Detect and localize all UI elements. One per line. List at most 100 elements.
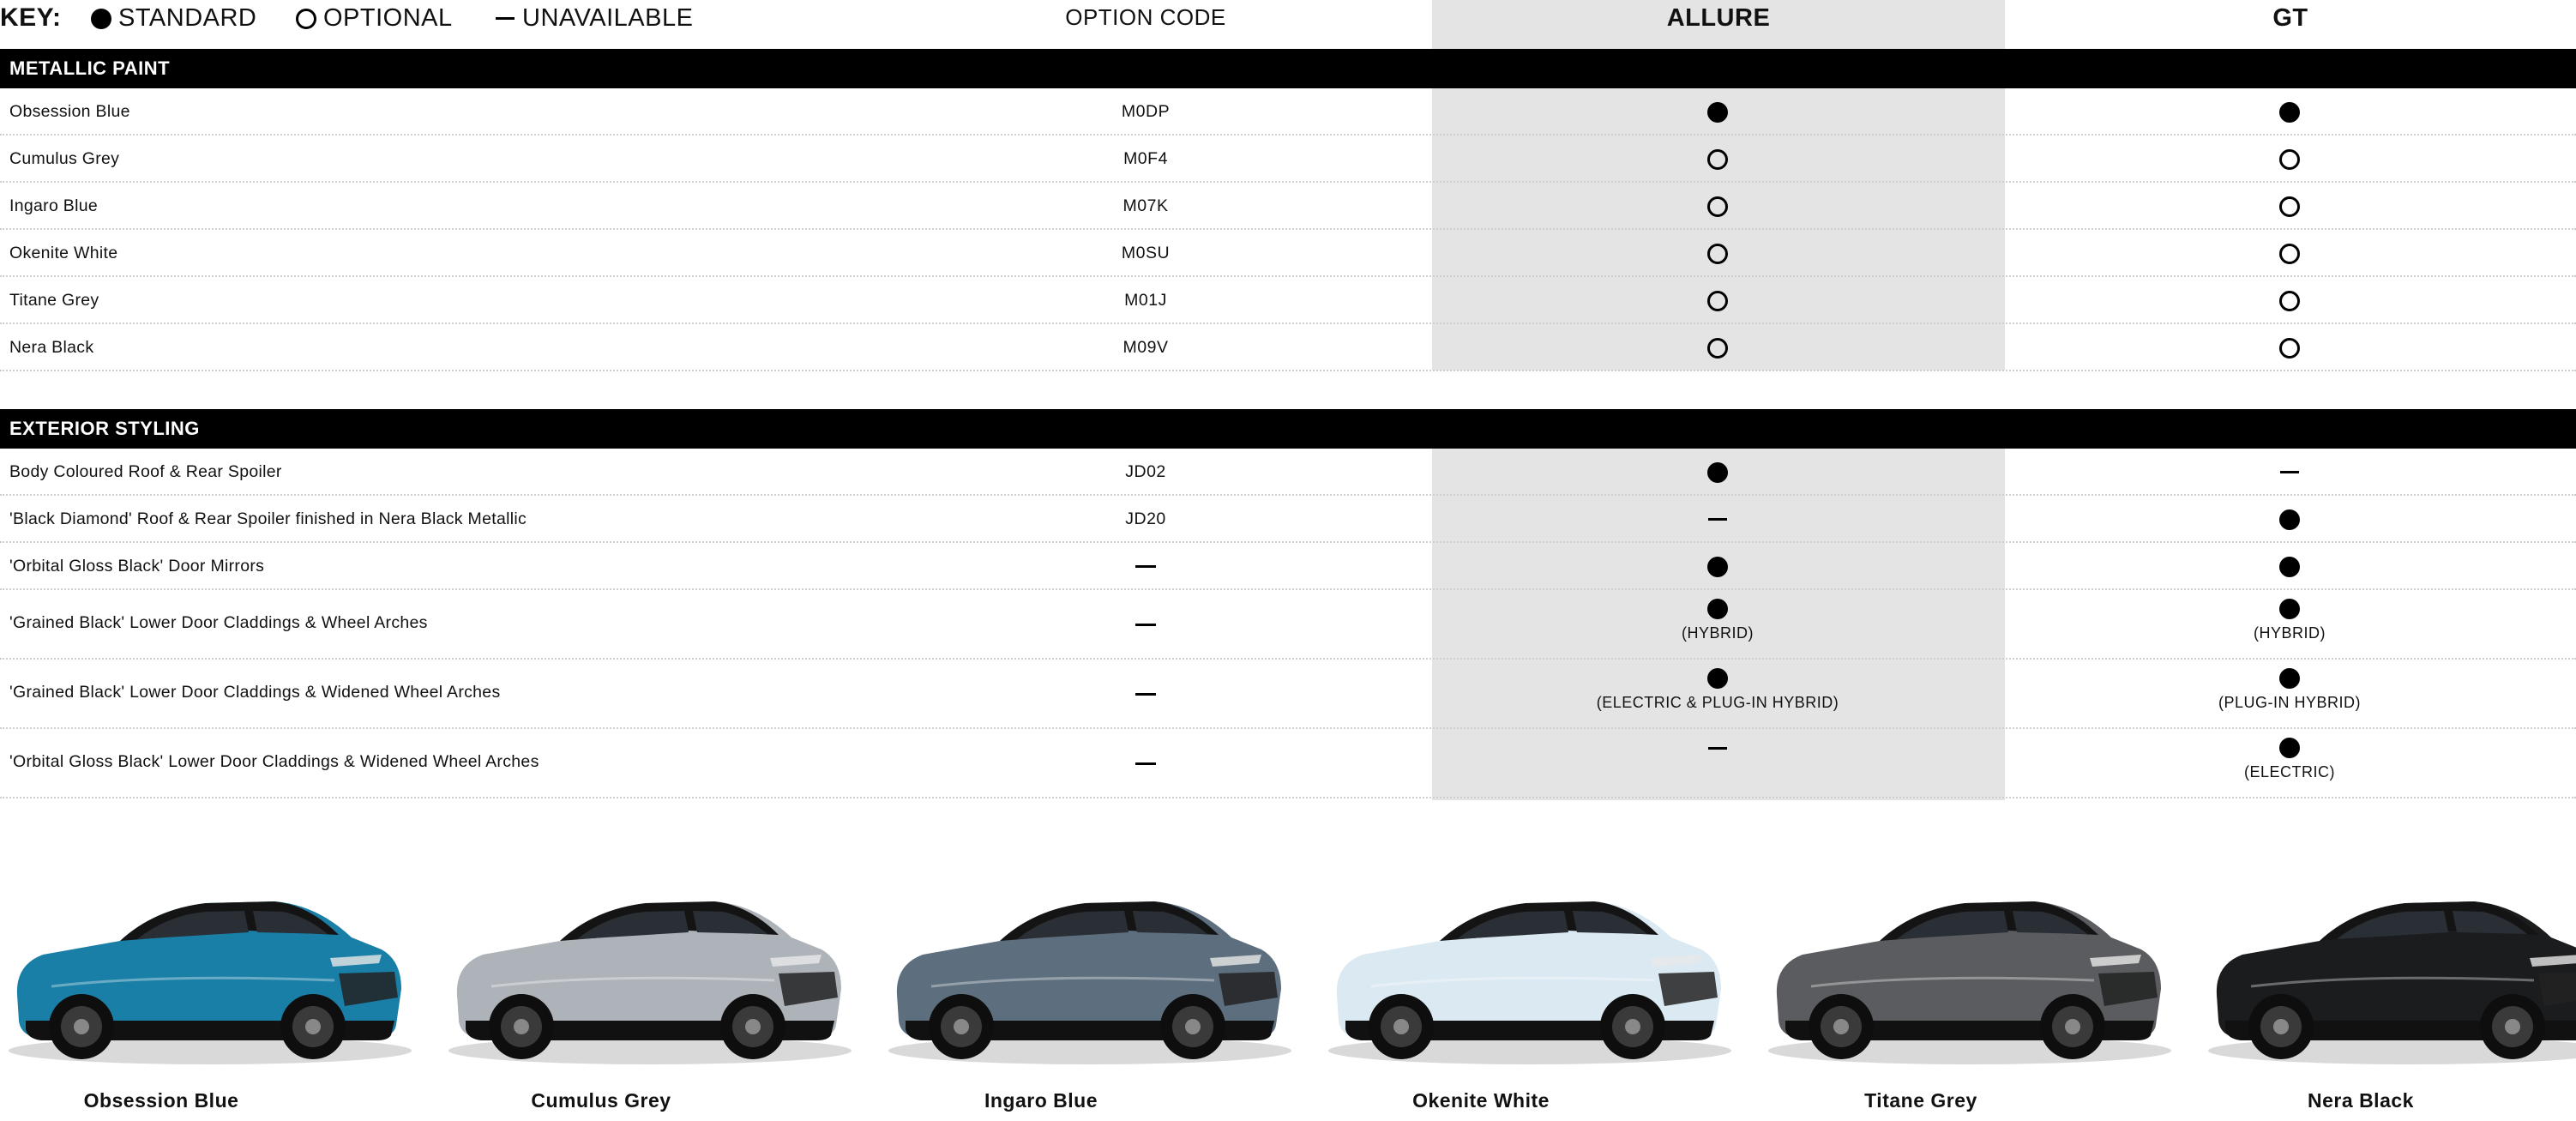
allure-availability	[1675, 555, 1760, 579]
column-header-allure: ALLURE	[1666, 4, 1771, 32]
gt-availability	[2247, 461, 2332, 485]
row-label: Obsession Blue	[9, 101, 130, 121]
row-label: Titane Grey	[9, 290, 99, 310]
unavailable-dash-icon	[2278, 461, 2302, 485]
car-colour-name: Ingaro Blue	[984, 1089, 1098, 1112]
key-unavailable-label: UNAVAILABLE	[522, 4, 694, 32]
unavailable-dash-icon	[1706, 736, 1730, 760]
dash-icon	[493, 7, 517, 31]
gt-availability	[2247, 242, 2332, 266]
section-header-metallic-paint: METALLIC PAINT	[0, 49, 2576, 88]
car-image	[431, 845, 860, 1081]
car-image	[0, 845, 420, 1081]
row-label: Nera Black	[9, 337, 94, 357]
table-row: Titane Grey M01J	[0, 277, 2576, 324]
table-row: 'Grained Black' Lower Door Claddings & W…	[0, 660, 2576, 729]
table-row: Obsession Blue M0DP	[0, 88, 2576, 136]
key-optional: OPTIONAL	[294, 4, 453, 33]
allure-availability	[1675, 289, 1760, 313]
unavailable-dash-icon	[1706, 508, 1730, 532]
gt-note: (ELECTRIC)	[2243, 763, 2335, 780]
gt-availability	[2247, 195, 2332, 219]
standard-dot-icon	[1706, 597, 1730, 621]
option-code: M0F4	[1123, 148, 1168, 168]
allure-availability	[1675, 336, 1760, 360]
option-code: M0DP	[1121, 101, 1171, 121]
optional-circle-icon	[2278, 195, 2302, 219]
car-colour-name: Cumulus Grey	[531, 1089, 671, 1112]
table-row: Nera Black M09V	[0, 324, 2576, 371]
key-row: KEY: STANDARD OPTIONAL UNAVAILABLE OPTIO…	[0, 0, 2576, 39]
allure-availability	[1675, 666, 1760, 690]
allure-availability	[1675, 461, 1760, 485]
optional-circle-icon	[1706, 148, 1730, 172]
car-colour-name: Obsession Blue	[83, 1089, 239, 1112]
allure-note: (ELECTRIC & PLUG-IN HYBRID)	[1596, 694, 1839, 711]
row-label: Body Coloured Roof & Rear Spoiler	[9, 461, 282, 481]
gt-availability	[2247, 508, 2332, 532]
gt-availability	[2247, 555, 2332, 579]
car-colour-name: Nera Black	[2308, 1089, 2414, 1112]
key-standard-label: STANDARD	[118, 4, 257, 32]
table-row: Okenite White M0SU	[0, 230, 2576, 277]
car-colour-name: Okenite White	[1412, 1089, 1550, 1112]
option-code: JD20	[1125, 509, 1166, 528]
table-row: 'Orbital Gloss Black' Lower Door Claddin…	[0, 729, 2576, 799]
key-unavailable: UNAVAILABLE	[493, 4, 693, 33]
column-header-gt: GT	[2272, 4, 2308, 32]
gt-note: (PLUG-IN HYBRID)	[2218, 694, 2361, 711]
open-circle-icon	[294, 7, 318, 31]
allure-availability	[1675, 195, 1760, 219]
gt-note: (HYBRID)	[2254, 624, 2326, 642]
gt-availability	[2247, 336, 2332, 360]
table-row: 'Orbital Gloss Black' Door Mirrors	[0, 543, 2576, 590]
gt-availability	[2247, 666, 2332, 690]
row-label: Cumulus Grey	[9, 148, 120, 168]
table-row: Cumulus Grey M0F4	[0, 136, 2576, 183]
table-row: 'Grained Black' Lower Door Claddings & W…	[0, 590, 2576, 660]
row-label: 'Black Diamond' Roof & Rear Spoiler fini…	[9, 509, 527, 528]
column-header-option-code: OPTION CODE	[1065, 4, 1226, 30]
gt-availability	[2247, 148, 2332, 172]
optional-circle-icon	[2278, 242, 2302, 266]
gt-availability	[2247, 597, 2332, 621]
gt-availability	[2247, 289, 2332, 313]
standard-dot-icon	[1706, 555, 1730, 579]
standard-dot-icon	[2278, 736, 2302, 760]
allure-availability	[1675, 242, 1760, 266]
gt-availability	[2247, 100, 2332, 124]
standard-dot-icon	[2278, 666, 2302, 690]
filled-circle-icon	[89, 7, 113, 31]
row-label: 'Orbital Gloss Black' Door Mirrors	[9, 556, 265, 576]
option-code-dash-icon	[1135, 692, 1156, 696]
option-code: M09V	[1122, 337, 1169, 357]
table-row: Ingaro Blue M07K	[0, 183, 2576, 230]
optional-circle-icon	[1706, 242, 1730, 266]
optional-circle-icon	[2278, 336, 2302, 360]
optional-circle-icon	[1706, 289, 1730, 313]
standard-dot-icon	[1706, 666, 1730, 690]
car-image	[871, 845, 1300, 1081]
key-title: KEY:	[0, 3, 62, 32]
allure-availability	[1675, 148, 1760, 172]
standard-dot-icon	[2278, 100, 2302, 124]
car-image	[1751, 845, 2180, 1081]
optional-circle-icon	[2278, 148, 2302, 172]
allure-availability	[1675, 508, 1760, 532]
standard-dot-icon	[1706, 461, 1730, 485]
standard-dot-icon	[1706, 100, 1730, 124]
option-code: JD02	[1125, 461, 1166, 481]
standard-dot-icon	[2278, 555, 2302, 579]
optional-circle-icon	[1706, 336, 1730, 360]
row-label: 'Orbital Gloss Black' Lower Door Claddin…	[9, 751, 539, 771]
allure-availability	[1675, 736, 1760, 760]
table-row: Body Coloured Roof & Rear Spoiler JD02	[0, 449, 2576, 496]
standard-dot-icon	[2278, 508, 2302, 532]
gt-availability	[2247, 736, 2332, 760]
car-image	[2191, 845, 2576, 1081]
optional-circle-icon	[2278, 289, 2302, 313]
row-label: 'Grained Black' Lower Door Claddings & W…	[9, 682, 501, 702]
allure-availability	[1675, 100, 1760, 124]
car-image	[1311, 845, 1740, 1081]
key-standard: STANDARD	[89, 4, 256, 33]
